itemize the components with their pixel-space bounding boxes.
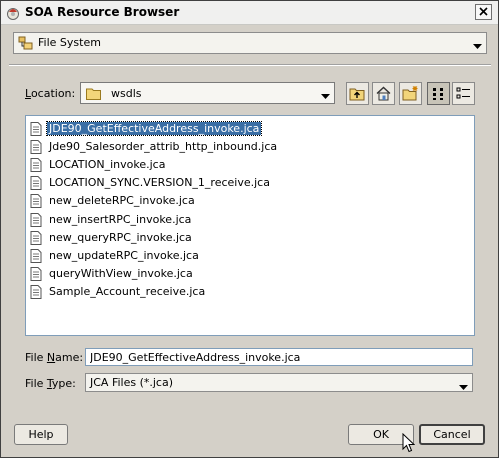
new-folder-icon	[402, 86, 418, 101]
file-list-item[interactable]: new_deleteRPC_invoke.jca	[28, 192, 468, 209]
document-icon	[30, 176, 42, 193]
document-icon	[30, 285, 42, 302]
source-select[interactable]: File System	[13, 32, 487, 54]
document-icon	[30, 249, 42, 266]
file-type-label: File Type:	[25, 377, 76, 390]
source-select-value: File System	[38, 36, 101, 49]
file-list-item[interactable]: JDE90_GetEffectiveAddress_invoke.jca	[28, 120, 468, 137]
window-title: SOA Resource Browser	[25, 5, 180, 19]
file-list-item[interactable]: new_updateRPC_invoke.jca	[28, 247, 468, 264]
document-icon	[30, 158, 42, 175]
chevron-down-icon[interactable]	[321, 90, 330, 103]
list-view-button[interactable]	[427, 82, 450, 105]
file-list-item[interactable]: LOCATION_SYNC.VERSION_1_receive.jca	[28, 174, 468, 191]
home-button[interactable]	[372, 82, 395, 105]
document-icon	[30, 122, 42, 139]
location-value: wsdls	[111, 87, 142, 100]
file-list-item-name: new_updateRPC_invoke.jca	[49, 249, 199, 262]
file-system-icon	[18, 35, 34, 54]
file-list-item[interactable]: LOCATION_invoke.jca	[28, 156, 468, 173]
mouse-pointer-icon	[402, 432, 416, 456]
file-list-item[interactable]: Jde90_Salesorder_attrib_http_inbound.jca	[28, 138, 468, 155]
file-list-item-name: new_deleteRPC_invoke.jca	[49, 194, 195, 207]
file-list-item-name: LOCATION_SYNC.VERSION_1_receive.jca	[49, 176, 270, 189]
details-view-button[interactable]	[452, 82, 475, 105]
file-list[interactable]: JDE90_GetEffectiveAddress_invoke.jca Jde9…	[25, 115, 475, 336]
document-icon	[30, 140, 42, 157]
file-list-item[interactable]: new_queryRPC_invoke.jca	[28, 229, 468, 246]
cancel-button[interactable]: Cancel	[419, 424, 485, 445]
folder-icon	[86, 87, 102, 103]
separator	[9, 64, 491, 66]
file-list-item-name: queryWithView_invoke.jca	[49, 267, 193, 280]
file-list-item-name: new_insertRPC_invoke.jca	[49, 213, 192, 226]
soa-resource-browser-dialog: SOA Resource Browser File System Locatio…	[0, 0, 499, 458]
document-icon	[30, 231, 42, 248]
file-list-item-name: LOCATION_invoke.jca	[49, 158, 166, 171]
document-icon	[30, 194, 42, 211]
location-select[interactable]: wsdls	[80, 82, 335, 104]
file-list-item-name: Jde90_Salesorder_attrib_http_inbound.jca	[49, 140, 278, 153]
close-icon	[479, 7, 488, 16]
document-icon	[30, 213, 42, 230]
file-list-item[interactable]: queryWithView_invoke.jca	[28, 265, 468, 282]
file-list-item[interactable]: Sample_Account_receive.jca	[28, 283, 468, 300]
folder-up-icon	[349, 88, 365, 101]
chevron-down-icon[interactable]	[473, 40, 482, 53]
close-button[interactable]	[475, 4, 492, 20]
document-icon	[30, 267, 42, 284]
home-icon	[376, 86, 391, 101]
help-button[interactable]: Help	[14, 424, 68, 445]
file-type-select[interactable]: JCA Files (*.jca)	[85, 373, 473, 392]
file-name-label: File Name:	[25, 351, 84, 364]
title-bar[interactable]: SOA Resource Browser	[1, 1, 498, 25]
oracle-app-icon	[5, 5, 21, 21]
folder-up-button[interactable]	[346, 82, 369, 105]
location-label: Location:	[25, 87, 76, 100]
file-type-value: JCA Files (*.jca)	[90, 376, 174, 389]
details-view-icon	[456, 87, 470, 99]
file-list-item-name: JDE90_GetEffectiveAddress_invoke.jca	[45, 121, 263, 136]
file-name-input[interactable]	[85, 348, 473, 366]
file-list-item-name: Sample_Account_receive.jca	[49, 285, 206, 298]
file-list-item[interactable]: new_insertRPC_invoke.jca	[28, 211, 468, 228]
chevron-down-icon[interactable]	[459, 381, 468, 394]
file-list-item-name: new_queryRPC_invoke.jca	[49, 231, 192, 244]
list-view-icon	[433, 88, 443, 100]
new-folder-button[interactable]	[399, 82, 422, 105]
